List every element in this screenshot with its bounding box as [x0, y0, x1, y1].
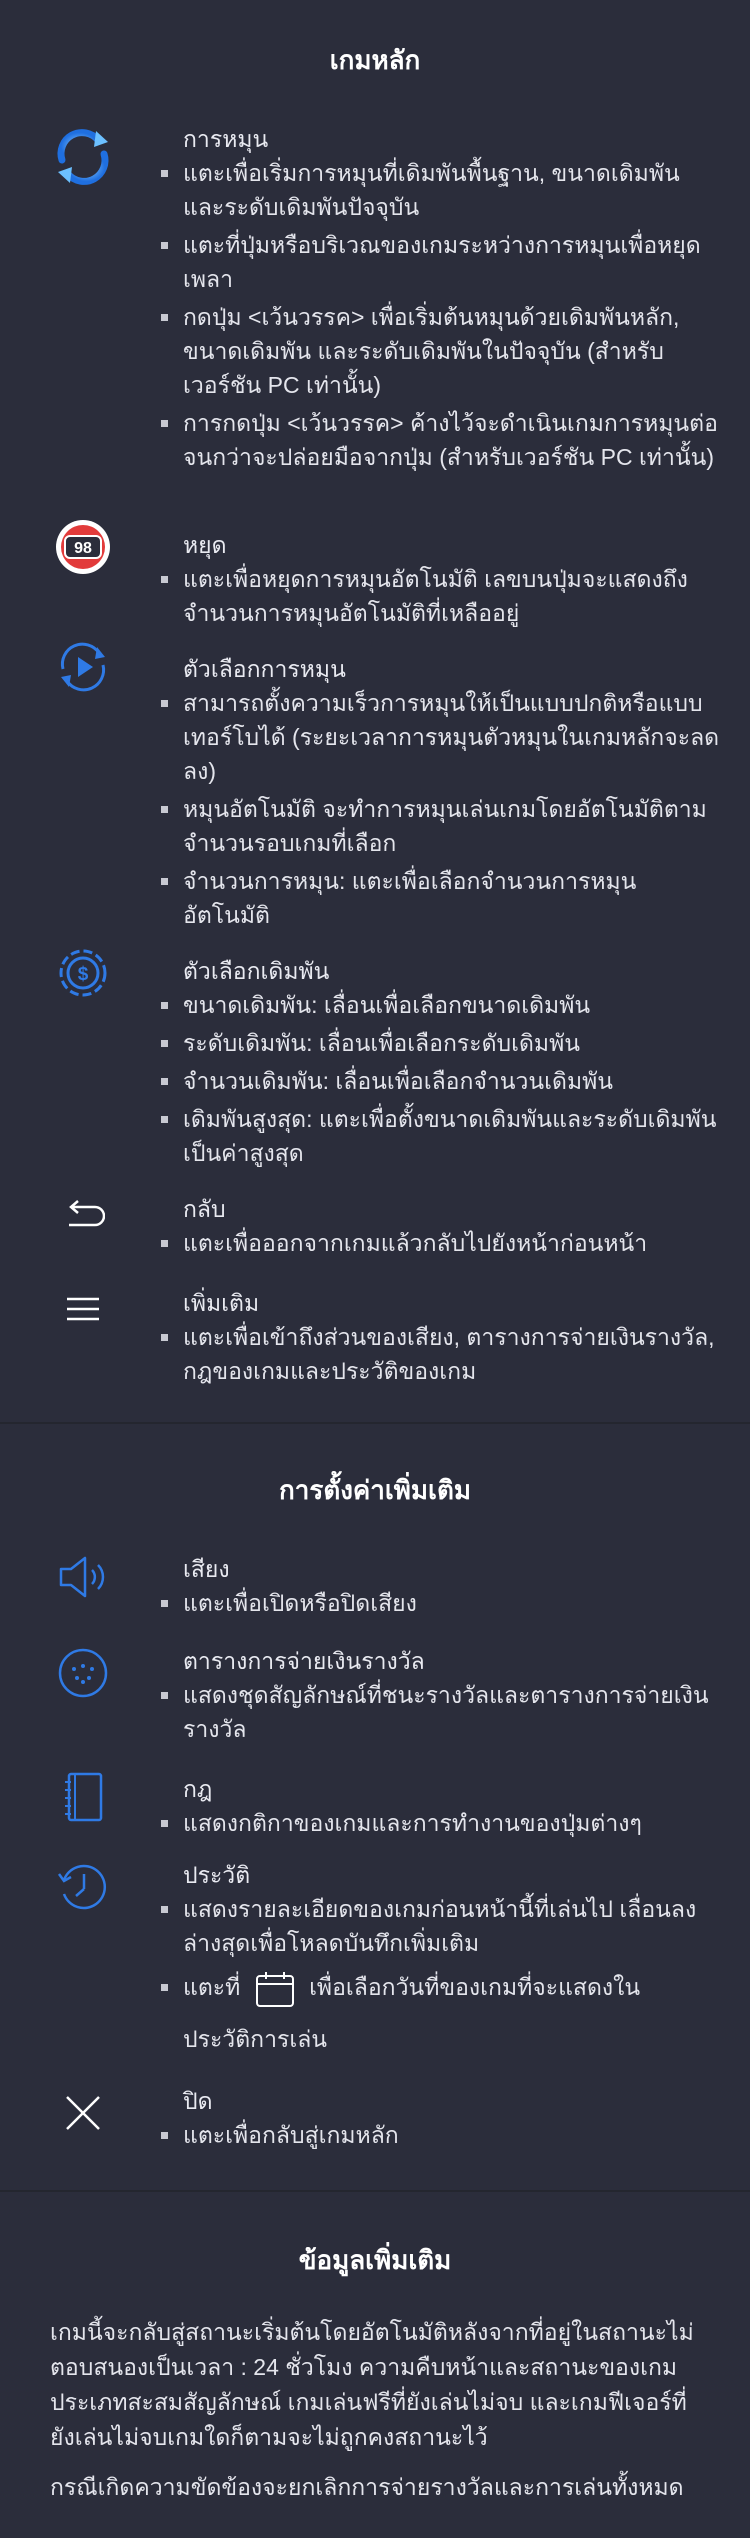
more-title: เพิ่มเติม: [183, 1290, 260, 1316]
back-arrow-icon: [50, 1182, 116, 1248]
stop-title: หยุด: [183, 532, 227, 558]
paytable-bullets: แสดงชุดสัญลักษณ์ที่ชนะรางวัลและตารางการจ…: [160, 1678, 720, 1750]
spin-bullets: แตะเพื่อเริ่มการหมุนที่เดิมพันพื้นฐาน, ข…: [160, 156, 720, 478]
calendar-icon: [255, 1970, 295, 2008]
spin-title: การหมุน: [183, 126, 269, 152]
bet-coin-icon: $: [50, 940, 116, 1006]
list-item: แตะที่ปุ่มหรือบริเวณของเกมระหว่างการหมุน…: [160, 228, 720, 296]
history-clock-icon: [50, 1854, 116, 1920]
list-item: ขนาดเดิมพัน: เลื่อนเพื่อเลือกขนาดเดิมพัน: [160, 988, 720, 1022]
calendar-line-two: ประวัติการเล่น: [183, 2026, 328, 2052]
bet-options-title: ตัวเลือกเดิมพัน: [183, 958, 330, 984]
list-item: จำนวนเดิมพัน: เลื่อนเพื่อเลือกจำนวนเดิมพ…: [160, 1064, 720, 1098]
sound-bullets: แตะเพื่อเปิดหรือปิดเสียง: [160, 1586, 720, 1624]
sound-title: เสียง: [183, 1556, 230, 1582]
paytable-icon: [50, 1640, 116, 1706]
list-item: ระดับเดิมพัน: เลื่อนเพื่อเลือกระดับเดิมพ…: [160, 1026, 720, 1060]
list-item: แตะเพื่อเปิดหรือปิดเสียง: [160, 1586, 720, 1620]
history-title: ประวัติ: [183, 1862, 251, 1888]
stop-bullets: แตะเพื่อหยุดการหมุนอัตโนมัติ เลขบนปุ่มจะ…: [160, 562, 720, 634]
list-item: การกดปุ่ม <เว้นวรรค> ค้างไว้จะดำเนินเกมก…: [160, 406, 720, 474]
history-bullets: แสดงรายละเอียดของเกมก่อนหน้านี้ที่เล่นไป…: [160, 1892, 720, 2012]
rules-bullets: แสดงกติกาของเกมและการทำงานของปุ่มต่างๆ: [160, 1806, 720, 1844]
list-item: สามารถตั้งความเร็วการหมุนให้เป็นแบบปกติห…: [160, 686, 720, 788]
section-divider: [0, 1422, 750, 1424]
spin-options-title: ตัวเลือกการหมุน: [183, 656, 346, 682]
back-bullets: แตะเพื่อออกจากเกมแล้วกลับไปยังหน้าก่อนหน…: [160, 1226, 720, 1264]
info-paragraph: กรณีเกิดความขัดข้องจะยกเลิกการจ่ายรางวัล…: [50, 2474, 684, 2500]
calendar-suffix-text: เพื่อเลือกวันที่ของเกมที่จะแสดงใน: [309, 1974, 641, 2001]
section-title-main-game: เกมหลัก: [329, 45, 421, 75]
list-item: กดปุ่ม <เว้นวรรค> เพื่อเริ่มต้นหมุนด้วยเ…: [160, 300, 720, 402]
section-divider: [0, 2190, 750, 2192]
list-item: แตะเพื่อเริ่มการหมุนที่เดิมพันพื้นฐาน, ข…: [160, 156, 720, 224]
section-title-more-info: ข้อมูลเพิ่มเติม: [298, 2245, 452, 2275]
stop-counter-icon: 98: [50, 514, 116, 580]
more-bullets: แตะเพื่อเข้าถึงส่วนของเสียง, ตารางการจ่า…: [160, 1320, 720, 1392]
close-icon: [50, 2080, 116, 2146]
back-title: กลับ: [183, 1196, 226, 1222]
list-item: แตะเพื่อกลับสู่เกมหลัก: [160, 2118, 720, 2152]
bet-options-bullets: ขนาดเดิมพัน: เลื่อนเพื่อเลือกขนาดเดิมพัน…: [160, 988, 720, 1174]
spin-options-icon: [50, 634, 116, 700]
stop-badge-count: 98: [74, 540, 92, 557]
close-bullets: แตะเพื่อกลับสู่เกมหลัก: [160, 2118, 720, 2156]
paytable-title: ตารางการจ่ายเงินรางวัล: [183, 1648, 425, 1674]
speaker-icon: [50, 1544, 116, 1610]
info-paragraph: เกมนี้จะกลับสู่สถานะเริ่มต้นโดยอัตโนมัติ…: [50, 2319, 694, 2450]
list-item: แตะเพื่อหยุดการหมุนอัตโนมัติ เลขบนปุ่มจะ…: [160, 562, 720, 630]
list-item: หมุนอัตโนมัติ จะทำการหมุนเล่นเกมโดยอัตโน…: [160, 792, 720, 860]
svg-text:$: $: [78, 964, 89, 985]
list-item-calendar: แตะที่ เพื่อเลือกวันที่ของเกมที่จะแสดงใน: [160, 1970, 720, 2008]
calendar-prefix-text: แตะที่: [183, 1974, 241, 2001]
list-item: แสดงชุดสัญลักษณ์ที่ชนะรางวัลและตารางการจ…: [160, 1678, 720, 1746]
spin-arrows-icon: [50, 124, 116, 190]
rulebook-icon: [50, 1764, 116, 1830]
list-item: จำนวนการหมุน: แตะเพื่อเลือกจำนวนการหมุนอ…: [160, 864, 720, 932]
list-item: แตะเพื่อออกจากเกมแล้วกลับไปยังหน้าก่อนหน…: [160, 1226, 720, 1260]
menu-icon: [50, 1276, 116, 1342]
close-title: ปิด: [183, 2088, 213, 2114]
list-item: เดิมพันสูงสุด: แตะเพื่อตั้งขนาดเดิมพันแล…: [160, 1102, 720, 1170]
section-title-additional-settings: การตั้งค่าเพิ่มเติม: [279, 1475, 471, 1505]
rules-title: กฎ: [183, 1776, 213, 1802]
spin-options-bullets: สามารถตั้งความเร็วการหมุนให้เป็นแบบปกติห…: [160, 686, 720, 936]
list-item: แสดงกติกาของเกมและการทำงานของปุ่มต่างๆ: [160, 1806, 720, 1840]
list-item: แตะเพื่อเข้าถึงส่วนของเสียง, ตารางการจ่า…: [160, 1320, 720, 1388]
list-item: แสดงรายละเอียดของเกมก่อนหน้านี้ที่เล่นไป…: [160, 1892, 720, 1960]
